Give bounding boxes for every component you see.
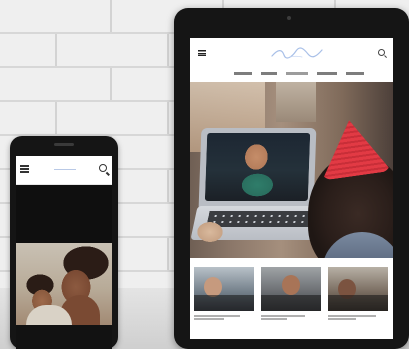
laptop-video-call-screen [204, 133, 311, 201]
thumbnail-caption [328, 314, 388, 322]
thumbnail-caption [194, 314, 254, 322]
tablet-camera [287, 16, 291, 20]
phone-bottom-area [16, 325, 112, 349]
thumbnail-card[interactable] [194, 267, 254, 311]
tablet-hero-photo[interactable] [190, 82, 393, 258]
thumbnail-row [190, 262, 393, 339]
phone-screen[interactable] [16, 156, 112, 349]
phone-device [10, 136, 118, 349]
device-mockup-scene [0, 0, 409, 349]
tablet-device [174, 8, 409, 349]
nav-item[interactable] [346, 72, 364, 75]
thumbnail-shadow [194, 295, 254, 311]
search-icon[interactable] [378, 49, 385, 56]
phone-dark-banner [16, 185, 112, 243]
hand [190, 212, 230, 252]
tablet-site-header [190, 38, 393, 82]
thumbnail-face [282, 275, 300, 295]
thumbnail-card[interactable] [328, 267, 388, 311]
menu-icon[interactable] [20, 165, 29, 173]
laptop-lid [198, 128, 317, 208]
tablet-screen[interactable] [190, 38, 393, 339]
thumbnail-shadow [261, 295, 321, 311]
thumbnail-shadow [328, 295, 388, 311]
nav-item[interactable] [261, 72, 277, 75]
thumbnail-caption [261, 314, 321, 322]
phone-speaker [54, 143, 74, 146]
search-icon[interactable] [99, 164, 107, 172]
menu-icon[interactable] [198, 50, 206, 56]
phone-hero-photo[interactable] [16, 243, 112, 329]
thumbnail-card[interactable] [261, 267, 321, 311]
nav-item[interactable] [317, 72, 337, 75]
site-logo[interactable] [270, 47, 324, 59]
thumbnail-face [204, 277, 222, 297]
site-nav [234, 71, 364, 77]
nav-item[interactable] [286, 72, 308, 75]
nav-item[interactable] [234, 72, 252, 75]
phone-site-header [16, 156, 112, 185]
background-shelf [276, 82, 316, 122]
site-logo[interactable] [54, 169, 76, 170]
